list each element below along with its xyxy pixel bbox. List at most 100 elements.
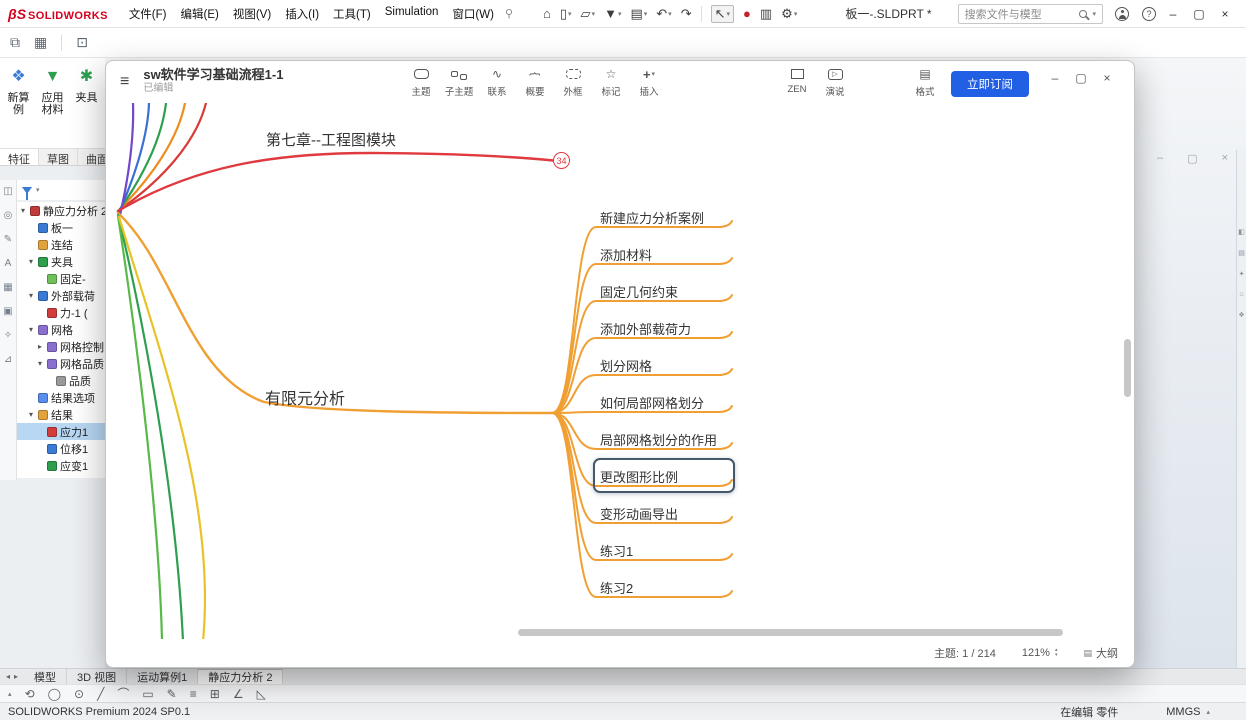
tree-row[interactable]: 品质 xyxy=(17,372,105,389)
tree-row[interactable]: ▾ 网格 xyxy=(17,321,105,338)
hamburger-menu-icon[interactable]: ≡ xyxy=(120,73,129,91)
tree-row[interactable]: ▾ 结果 xyxy=(17,406,105,423)
maximize-button[interactable]: ▢ xyxy=(1186,7,1212,21)
menu-window[interactable]: 窗口(W) xyxy=(449,4,497,24)
expand-arrow[interactable]: ▾ xyxy=(19,206,27,215)
topic-chapter7[interactable]: 第七章--工程图模块 xyxy=(266,129,396,150)
sketch-tool-icon[interactable]: ⌒ xyxy=(117,685,129,702)
taskpane-tab-icon[interactable]: ⌂ xyxy=(1239,291,1243,298)
minimize-button[interactable]: – xyxy=(1160,7,1186,21)
menu-edit[interactable]: 编辑(E) xyxy=(178,4,222,24)
tool-summary[interactable]: {概要 xyxy=(516,66,554,98)
tree-row[interactable]: ▾ 外部载荷 xyxy=(17,287,105,304)
tree-row[interactable]: 位移1 xyxy=(17,440,105,457)
search-icon[interactable] xyxy=(1079,9,1088,18)
menu-view[interactable]: 视图(V) xyxy=(230,4,274,24)
topic-child[interactable]: 划分网格 xyxy=(600,356,652,375)
topic-child-selected[interactable]: 更改图形比例 xyxy=(600,467,678,486)
tab-surfaces[interactable]: 曲面 xyxy=(78,149,105,165)
command-apply-material[interactable]: ▼ 应用材料 xyxy=(37,66,68,140)
mindmap-canvas[interactable]: 第七章--工程图模块 34 有限元分析 新建应力分析案例 添加材料 固定几何约束… xyxy=(106,103,1134,639)
maximize-button[interactable]: ▢ xyxy=(1068,71,1094,85)
tree-row[interactable]: ▾ 静应力分析 2 xyxy=(17,202,105,219)
print-icon[interactable]: ▤ xyxy=(630,6,642,22)
taskpane-tab-icon[interactable]: ◧ xyxy=(1238,228,1245,236)
tree-row[interactable]: 力-1 ( xyxy=(17,304,105,321)
outline-button[interactable]: ▤ 大纲 xyxy=(1083,645,1118,661)
sketch-tool-icon[interactable]: ◺ xyxy=(257,687,266,701)
zoom-level[interactable]: 121% xyxy=(1022,647,1050,659)
expand-arrow[interactable]: ▸ xyxy=(36,342,44,351)
tool-zen-mode[interactable]: ZEN xyxy=(778,66,816,98)
chevron-down-icon[interactable]: ▾ xyxy=(668,10,672,18)
topic-child[interactable]: 练习1 xyxy=(600,541,633,560)
capture-icon-1[interactable]: ⧉ xyxy=(10,34,20,51)
tab-3d-views[interactable]: 3D 视图 xyxy=(67,669,128,684)
sheet-icon[interactable]: ▥ xyxy=(760,6,772,22)
zoom-stepper[interactable]: ▴ ▾ xyxy=(1055,648,1058,658)
tree-filter[interactable]: ▾ xyxy=(17,180,105,200)
close-button[interactable]: × xyxy=(1212,7,1238,21)
tab-static-study[interactable]: 静应力分析 2 xyxy=(198,669,284,684)
new-document-icon[interactable]: ▯ xyxy=(560,6,567,22)
tool-format[interactable]: ▤ 格式 xyxy=(906,66,944,98)
tab-sketch[interactable]: 草图 xyxy=(39,149,78,165)
tool-present[interactable]: ▷ 演说 xyxy=(816,66,854,98)
tree-row[interactable]: ▸ 网格控制 xyxy=(17,338,105,355)
chevron-down-icon[interactable]: ▾ xyxy=(794,10,798,18)
tree-row[interactable]: 板一 xyxy=(17,219,105,236)
menu-simulation[interactable]: Simulation xyxy=(382,4,442,24)
menu-file[interactable]: 文件(F) xyxy=(126,4,170,24)
search-input[interactable]: 搜索文件与模型 ▾ xyxy=(957,3,1103,24)
chevron-down-icon[interactable]: ▾ xyxy=(727,10,731,18)
sketch-tool-icon[interactable]: ∠ xyxy=(233,687,244,701)
command-fixtures[interactable]: ✱ 夹具 xyxy=(71,66,102,140)
menu-insert[interactable]: 插入(I) xyxy=(282,4,322,24)
expand-arrow[interactable]: ▾ xyxy=(36,359,44,368)
sketch-tool-icon[interactable]: ⊞ xyxy=(210,687,220,701)
undo-icon[interactable]: ↶ xyxy=(656,6,667,22)
collapse-icon[interactable]: ▴ xyxy=(8,690,12,698)
sketch-tool-icon[interactable]: ≡ xyxy=(190,687,197,701)
sketch-tool-icon[interactable]: ⊙ xyxy=(74,687,84,701)
strip-icon[interactable]: ◎ xyxy=(4,210,13,221)
options-gear-icon[interactable]: ⚙ xyxy=(781,6,793,22)
tree-row[interactable]: 结果选项 xyxy=(17,389,105,406)
topic-fea[interactable]: 有限元分析 xyxy=(265,385,345,409)
tool-topic[interactable]: 主题 xyxy=(402,66,440,98)
sketch-tool-icon[interactable]: ✎ xyxy=(167,687,177,701)
expand-arrow[interactable]: ▾ xyxy=(27,257,35,266)
tab-model[interactable]: 模型 xyxy=(24,669,68,684)
taskpane-tab-icon[interactable]: ▤ xyxy=(1238,249,1245,257)
topic-child[interactable]: 练习2 xyxy=(600,578,633,597)
chevron-down-icon[interactable]: ▾ xyxy=(618,10,622,18)
topic-child[interactable]: 新建应力分析案例 xyxy=(600,208,704,227)
status-units[interactable]: MMGS xyxy=(1166,706,1200,718)
expand-arrow[interactable]: ▾ xyxy=(27,325,35,334)
tree-row[interactable]: 连结 xyxy=(17,236,105,253)
sketch-tool-icon[interactable]: ◯ xyxy=(48,687,61,701)
command-new-study[interactable]: ❖ 新算例 xyxy=(3,66,34,140)
strip-icon[interactable]: A xyxy=(5,258,12,269)
zoom-out-icon[interactable]: ▾ xyxy=(1055,653,1058,658)
tool-relationship[interactable]: ∿ 联系 xyxy=(478,66,516,98)
account-icon[interactable] xyxy=(1115,6,1129,21)
strip-icon[interactable]: ▦ xyxy=(3,282,12,293)
tab-features[interactable]: 特征 xyxy=(0,149,39,165)
tree-row[interactable]: 固定- xyxy=(17,270,105,287)
pin-menu-icon[interactable]: ⚲ xyxy=(505,7,513,20)
redo-icon[interactable]: ↷ xyxy=(681,6,692,22)
minimize-button[interactable]: – xyxy=(1042,71,1068,85)
tab-motion-study[interactable]: 运动算例1 xyxy=(127,669,199,684)
capture-icon-3[interactable]: ⊡ xyxy=(76,34,88,51)
strip-icon[interactable]: ✧ xyxy=(4,330,12,341)
strip-icon[interactable]: ✎ xyxy=(4,234,12,245)
taskpane-tab-icon[interactable]: ✦ xyxy=(1239,270,1245,278)
tool-marker[interactable]: ☆ 标记 xyxy=(592,66,630,98)
topic-child[interactable]: 固定几何约束 xyxy=(600,282,678,301)
strip-icon[interactable]: ◫ xyxy=(3,186,12,197)
chevron-down-icon[interactable]: ▾ xyxy=(592,10,596,18)
open-icon[interactable]: ▱ xyxy=(581,6,591,22)
tree-row[interactable]: ▾ 夹具 xyxy=(17,253,105,270)
sketch-tool-icon[interactable]: ▭ xyxy=(142,687,153,701)
